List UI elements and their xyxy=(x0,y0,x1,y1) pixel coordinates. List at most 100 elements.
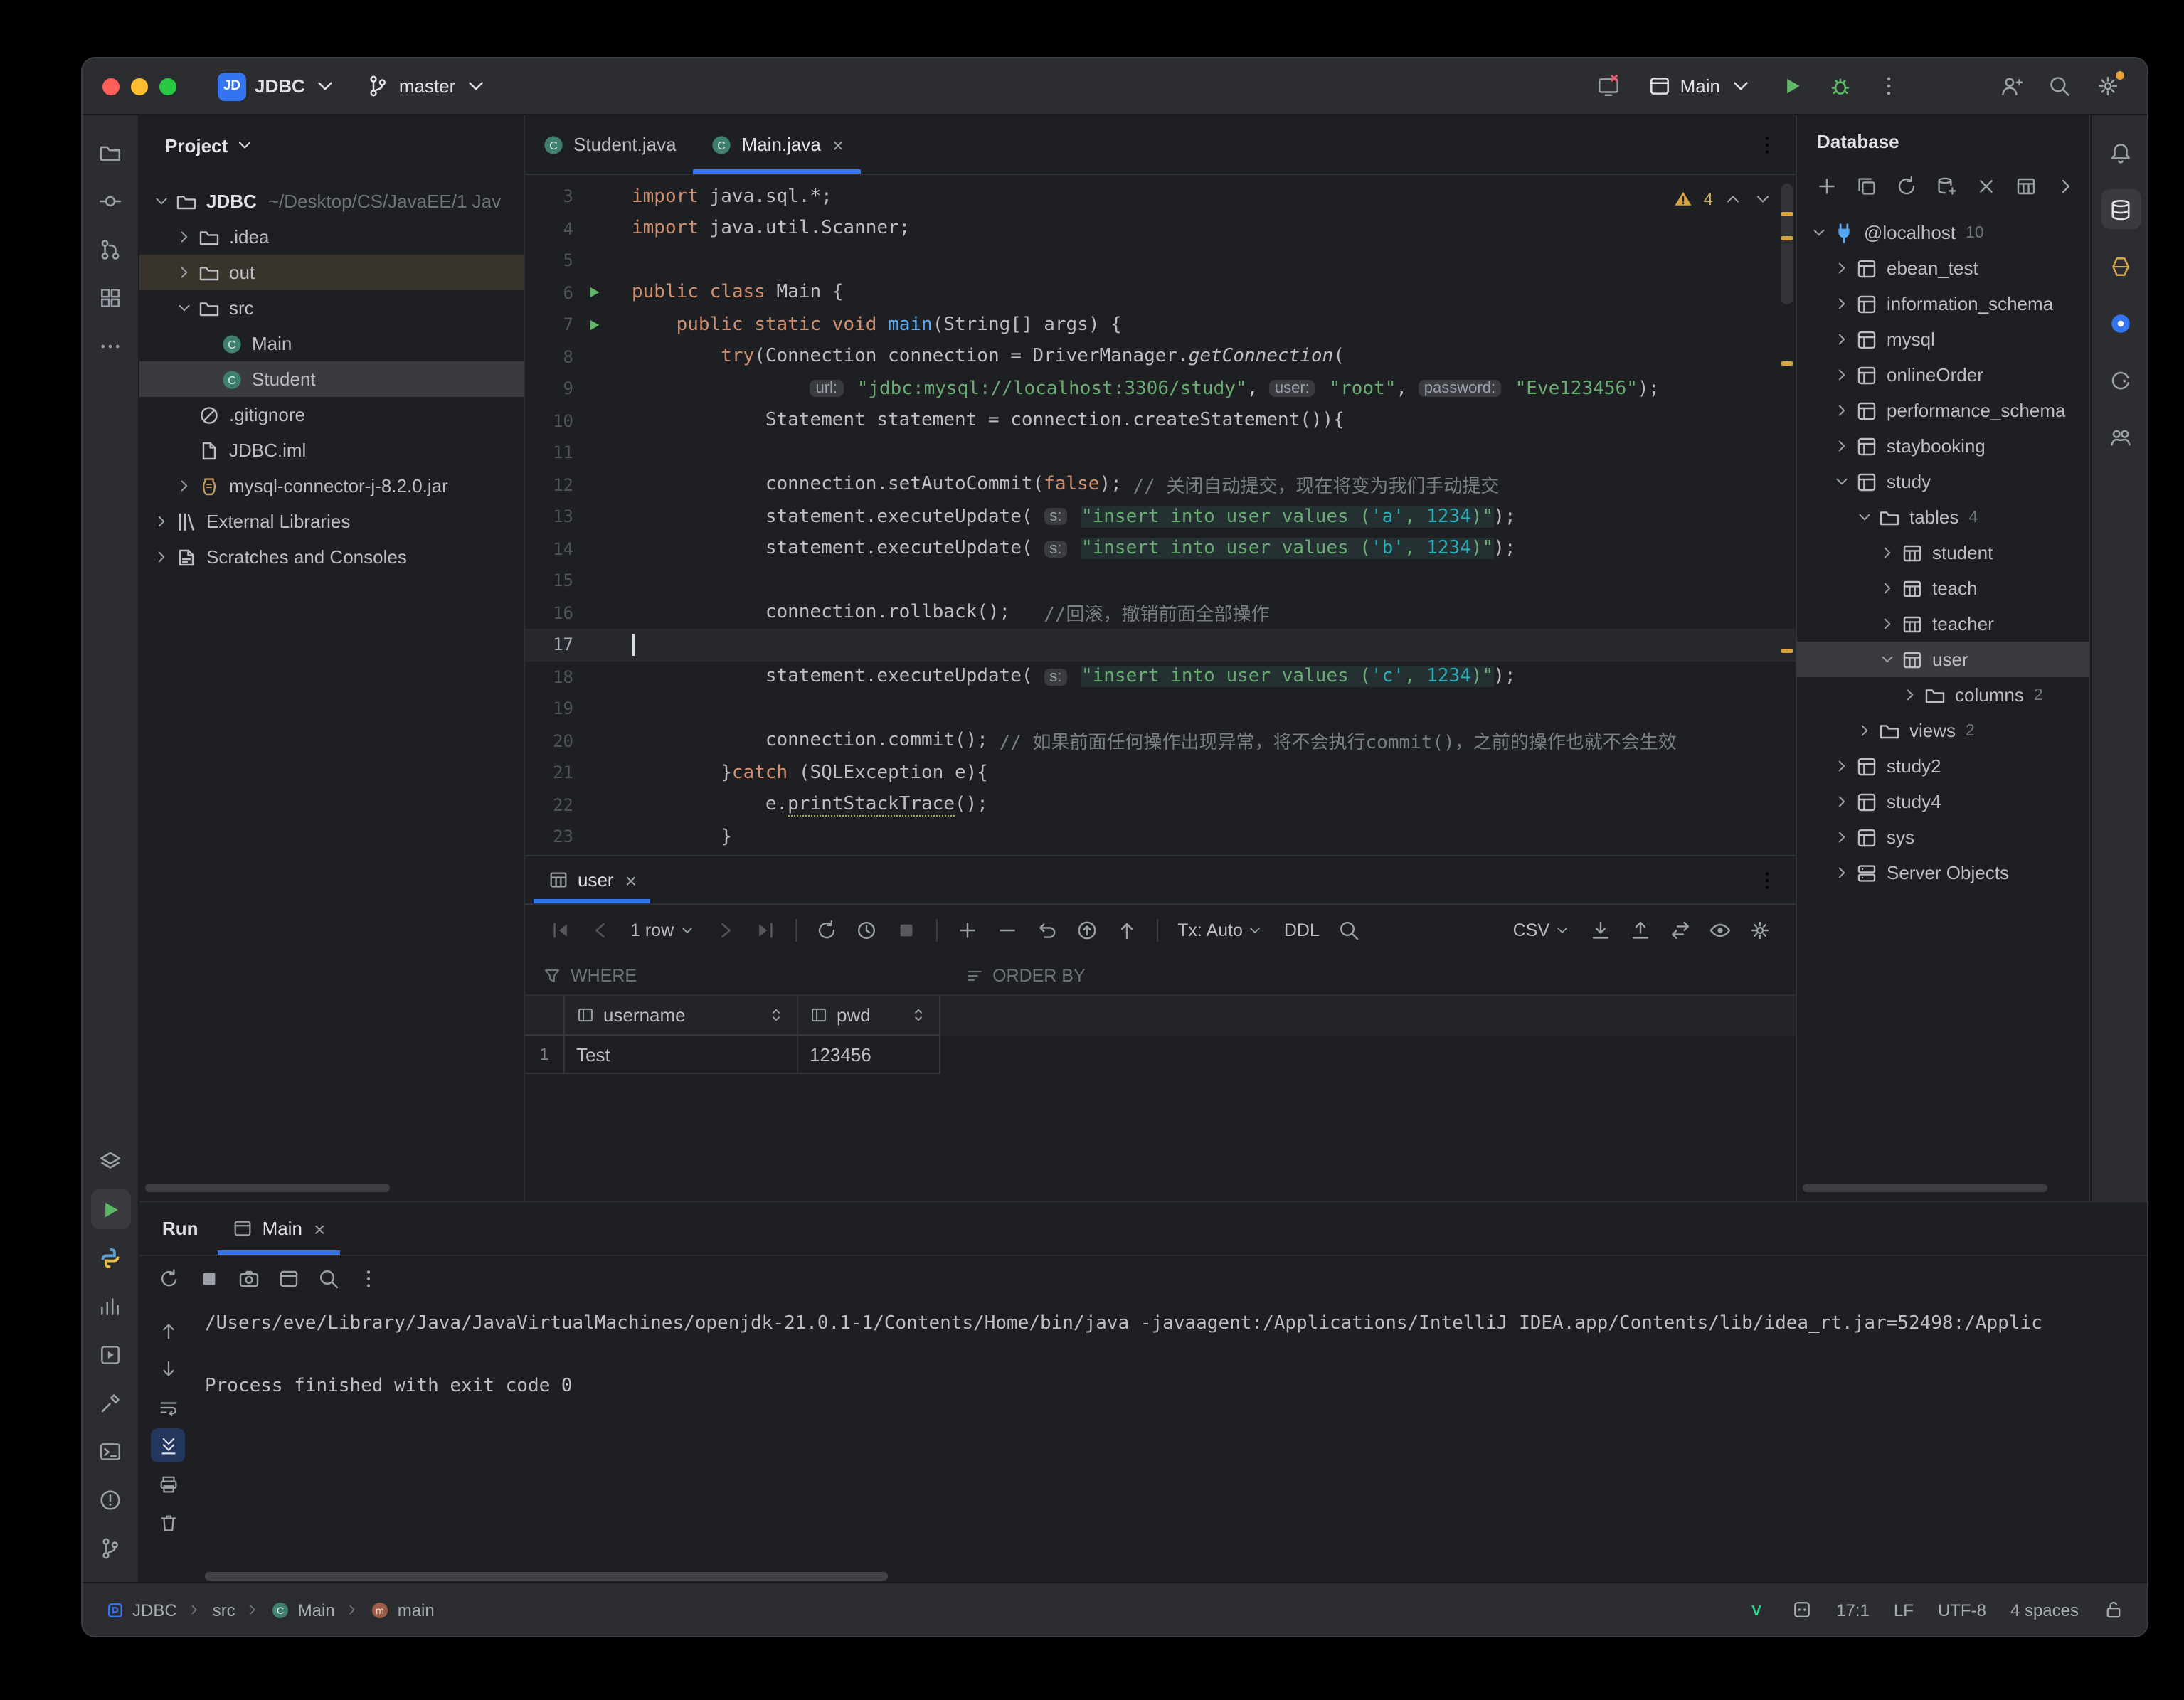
db-item-onlineorder[interactable]: onlineOrder xyxy=(1797,357,2089,393)
console-print-button[interactable] xyxy=(151,1467,185,1501)
grid-plus-button[interactable] xyxy=(948,913,985,947)
tab-run-main[interactable]: Main × xyxy=(218,1202,340,1255)
status-lf[interactable]: LF xyxy=(1894,1600,1914,1620)
grid-stop-button[interactable] xyxy=(887,913,924,947)
run-line-icon[interactable] xyxy=(585,317,601,333)
grid-eye-button[interactable] xyxy=(1702,913,1739,947)
grid-tx-auto-button[interactable]: Tx: Auto xyxy=(1169,920,1273,940)
grid-cell[interactable]: Test xyxy=(565,1036,798,1074)
db-item-sys[interactable]: sys xyxy=(1797,819,2089,855)
tool-build-button[interactable] xyxy=(90,1383,130,1423)
column-header-username[interactable]: username xyxy=(565,996,798,1036)
warning-stripe-mark[interactable] xyxy=(1781,649,1793,653)
warning-stripe-mark[interactable] xyxy=(1781,212,1793,216)
close-tab-icon[interactable]: × xyxy=(832,134,844,154)
run-rerun-button[interactable] xyxy=(151,1262,188,1296)
project-item-mysql-connector-j-8-2-0-jar[interactable]: mysql-connector-j-8.2.0.jar xyxy=(139,468,524,504)
project-item-scratches-and-consoles[interactable]: Scratches and Consoles xyxy=(139,539,524,575)
grid-1-row-button[interactable]: 1 row xyxy=(622,920,704,940)
grid-revert-button[interactable] xyxy=(1028,913,1065,947)
horizontal-scrollbar[interactable] xyxy=(1803,1184,2047,1192)
horizontal-scrollbar[interactable] xyxy=(145,1184,390,1192)
grid-transfer-button[interactable] xyxy=(1662,913,1699,947)
project-item-external-libraries[interactable]: External Libraries xyxy=(139,504,524,539)
editor-options-icon[interactable] xyxy=(1756,133,1779,156)
tool-services-button[interactable] xyxy=(90,1334,130,1374)
more-options-button[interactable] xyxy=(1868,66,1908,106)
db-item-study[interactable]: study xyxy=(1797,464,2089,499)
grid-clock-button[interactable] xyxy=(847,913,884,947)
settings-button[interactable] xyxy=(2087,66,2127,106)
status-17-1[interactable]: 17:1 xyxy=(1836,1600,1870,1620)
debug-button[interactable] xyxy=(1820,66,1860,106)
project-item-out[interactable]: out xyxy=(139,255,524,290)
db-item-teach[interactable]: teach xyxy=(1797,570,2089,606)
db-table-button[interactable] xyxy=(2008,169,2045,203)
db-refresh-button[interactable] xyxy=(1888,169,1925,203)
console-trash-button[interactable] xyxy=(151,1505,185,1539)
close-tab-icon[interactable]: × xyxy=(625,870,637,890)
code-editor[interactable]: 3 import java.sql.*; 4 import java.util.Sca… xyxy=(525,175,1796,855)
run-inspect-button[interactable] xyxy=(310,1262,347,1296)
tool-problems-button[interactable] xyxy=(90,1479,130,1519)
console-scroll-end-button[interactable] xyxy=(151,1428,185,1462)
warning-stripe-mark[interactable] xyxy=(1781,236,1793,240)
db-cancel-button[interactable] xyxy=(1968,169,2005,203)
console-softwrap-button[interactable] xyxy=(151,1390,185,1424)
chevron-up-icon[interactable] xyxy=(1723,189,1743,209)
console-arrow-down-button[interactable] xyxy=(151,1351,185,1386)
tool-profiler-button[interactable] xyxy=(90,1286,130,1326)
chevron-down-icon[interactable] xyxy=(1753,189,1773,209)
grid-gear-button[interactable] xyxy=(1742,913,1779,947)
grid-search-button[interactable] xyxy=(1331,913,1368,947)
tool-terminal-button[interactable] xyxy=(90,1431,130,1471)
db-item-columns[interactable]: columns 2 xyxy=(1797,677,2089,713)
breadcrumb-src[interactable]: src xyxy=(213,1600,235,1620)
db-item-staybooking[interactable]: staybooking xyxy=(1797,428,2089,464)
db-chevron-right-button[interactable] xyxy=(2047,169,2084,203)
db-item-localhost[interactable]: @localhost 10 xyxy=(1797,215,2089,250)
tool-gradle-button[interactable] xyxy=(2101,360,2141,400)
project-item-main[interactable]: C Main xyxy=(139,326,524,361)
project-item-student[interactable]: C Student xyxy=(139,361,524,397)
db-item-teacher[interactable]: teacher xyxy=(1797,606,2089,642)
grid-arrow-up-button[interactable] xyxy=(1108,913,1145,947)
db-item-information-schema[interactable]: information_schema xyxy=(1797,286,2089,322)
search-everywhere-button[interactable] xyxy=(2039,66,2079,106)
status-4-spaces[interactable]: 4 spaces xyxy=(2010,1600,2079,1620)
tool-structure-button[interactable] xyxy=(90,277,130,317)
tool-commit-button[interactable] xyxy=(90,181,130,221)
run-app-window-button[interactable] xyxy=(270,1262,307,1296)
tool-layers-button[interactable] xyxy=(90,1141,130,1181)
grid-next-button[interactable] xyxy=(706,913,743,947)
project-item-jdbc-iml[interactable]: JDBC.iml xyxy=(139,432,524,468)
db-item-tables[interactable]: tables 4 xyxy=(1797,499,2089,535)
profiler-icon[interactable] xyxy=(1589,66,1629,106)
db-item-server-objects[interactable]: Server Objects xyxy=(1797,855,2089,891)
project-item-src[interactable]: src xyxy=(139,290,524,326)
run-button[interactable] xyxy=(1771,66,1811,106)
warning-stripe-mark[interactable] xyxy=(1781,361,1793,366)
minimize-window-button[interactable] xyxy=(131,78,148,95)
zoom-window-button[interactable] xyxy=(159,78,176,95)
db-item-user[interactable]: user xyxy=(1797,642,2089,677)
tool-beehive-button[interactable] xyxy=(2101,246,2141,286)
db-datasource-button[interactable] xyxy=(1928,169,1965,203)
project-item-gitignore[interactable]: .gitignore xyxy=(139,397,524,432)
db-duplicate-button[interactable] xyxy=(1848,169,1885,203)
tool-collaboration-button[interactable] xyxy=(2101,417,2141,457)
project-panel-header[interactable]: Project xyxy=(139,115,524,175)
console-hscrollbar[interactable] xyxy=(205,1572,888,1581)
close-tab-icon[interactable]: × xyxy=(314,1218,325,1238)
console-output[interactable]: /Users/eve/Library/Java/JavaVirtualMachi… xyxy=(196,1302,2147,1568)
run-stop-button[interactable] xyxy=(191,1262,228,1296)
breadcrumb-jdbc[interactable]: JDBC xyxy=(105,1600,177,1620)
tool-python-console-button[interactable] xyxy=(90,1238,130,1277)
status-v-logo[interactable]: V xyxy=(1745,1599,1766,1620)
tab-user-table[interactable]: user × xyxy=(534,856,651,903)
column-header-pwd[interactable]: pwd xyxy=(798,996,940,1036)
project-item-idea[interactable]: .idea xyxy=(139,219,524,255)
tool-project-folder-button[interactable] xyxy=(90,132,130,172)
branch-widget[interactable]: master xyxy=(356,68,498,104)
status-lock-open[interactable] xyxy=(2103,1599,2124,1620)
